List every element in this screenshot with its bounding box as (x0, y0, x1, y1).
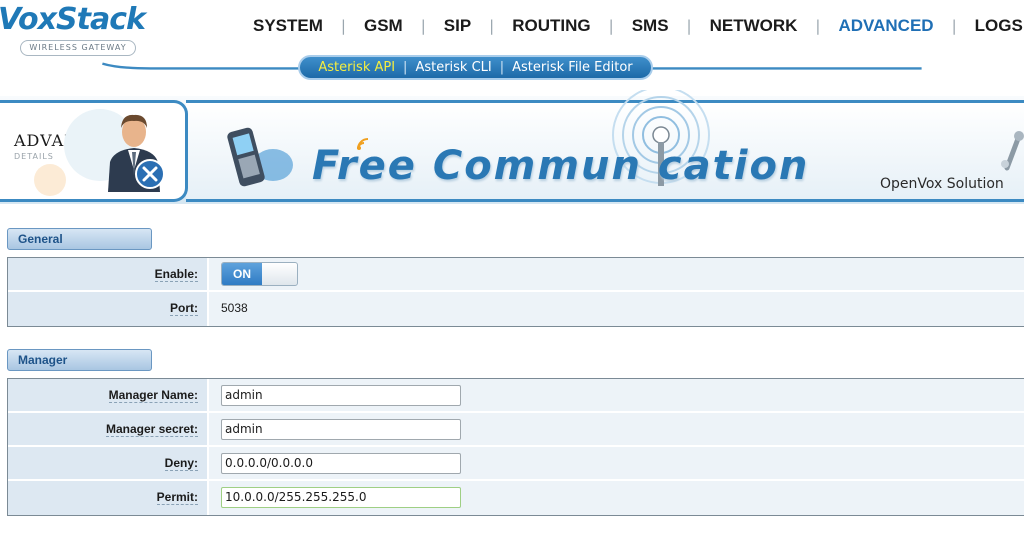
permit-label: Permit: (156, 490, 198, 505)
port-value: 5038 (209, 292, 1024, 326)
manager-secret-row: Manager secret: admin (8, 413, 1024, 447)
general-section-header[interactable]: General (7, 228, 152, 250)
header: VoxStack WIRELESS GATEWAY SYSTEM | GSM |… (0, 0, 1024, 96)
enable-toggle[interactable]: ON (221, 262, 298, 286)
manager-name-value-cell: admin (209, 379, 1024, 411)
businessman-icon (108, 114, 165, 192)
nav-routing[interactable]: ROUTING (494, 16, 608, 36)
general-settings-table: Enable: ON Port: 5038 (7, 257, 1024, 327)
manager-name-input[interactable]: admin (221, 385, 461, 406)
deny-value-cell: 0.0.0.0/0.0.0.0 (209, 447, 1024, 479)
deny-label: Deny: (164, 456, 198, 471)
subnav-asterisk-file-editor[interactable]: Asterisk File Editor (504, 60, 641, 75)
nav-logs[interactable]: LOGS (957, 16, 1024, 36)
manager-secret-value-cell: admin (209, 413, 1024, 445)
manager-settings-table: Manager Name: admin Manager secret: admi… (7, 378, 1024, 516)
manager-secret-label: Manager secret: (105, 422, 198, 437)
nav-sip[interactable]: SIP (426, 16, 489, 36)
nav-gsm[interactable]: GSM (346, 16, 421, 36)
deny-row: Deny: 0.0.0.0/0.0.0.0 (8, 447, 1024, 481)
enable-label-cell: Enable: (8, 258, 209, 290)
banner-slogan: Free Commun cation (312, 143, 810, 189)
port-label-cell: Port: (8, 292, 209, 326)
manager-name-label: Manager Name: (108, 388, 198, 403)
manager-secret-label-cell: Manager secret: (8, 413, 209, 445)
logo-text: VoxStack (0, 2, 146, 37)
nav-sms[interactable]: SMS (614, 16, 687, 36)
permit-label-cell: Permit: (8, 481, 209, 515)
subnav-asterisk-cli[interactable]: Asterisk CLI (407, 60, 499, 75)
company-name: OpenVox Solution (880, 176, 1004, 192)
manager-section-header[interactable]: Manager (7, 349, 152, 371)
toggle-on-label: ON (222, 263, 262, 285)
manager-name-label-cell: Manager Name: (8, 379, 209, 411)
permit-input[interactable]: 10.0.0.0/255.255.255.0 (221, 487, 461, 508)
port-label: Port: (170, 301, 198, 316)
nav-network[interactable]: NETWORK (692, 16, 816, 36)
manager-name-row: Manager Name: admin (8, 379, 1024, 413)
top-navigation: SYSTEM | GSM | SIP | ROUTING | SMS | NET… (235, 12, 1024, 40)
logo[interactable]: VoxStack WIRELESS GATEWAY (0, 2, 170, 57)
logo-tagline: WIRELESS GATEWAY (20, 40, 136, 56)
port-row: Port: 5038 (8, 292, 1024, 326)
manager-secret-input[interactable]: admin (221, 419, 461, 440)
enable-value-cell: ON (209, 258, 1024, 290)
nav-advanced[interactable]: ADVANCED (820, 16, 951, 36)
enable-label: Enable: (154, 267, 198, 282)
deny-input[interactable]: 0.0.0.0/0.0.0.0 (221, 453, 461, 474)
deny-label-cell: Deny: (8, 447, 209, 479)
permit-value-cell: 10.0.0.0/255.255.255.0 (209, 481, 1024, 515)
nav-system[interactable]: SYSTEM (235, 16, 341, 36)
sub-navigation: Asterisk API | Asterisk CLI | Asterisk F… (298, 55, 653, 80)
permit-row: Permit: 10.0.0.0/255.255.255.0 (8, 481, 1024, 515)
subnav-asterisk-api[interactable]: Asterisk API (310, 60, 403, 75)
tools-icon (1001, 131, 1024, 171)
enable-row: Enable: ON (8, 258, 1024, 292)
mobile-phone-icon (227, 127, 293, 187)
